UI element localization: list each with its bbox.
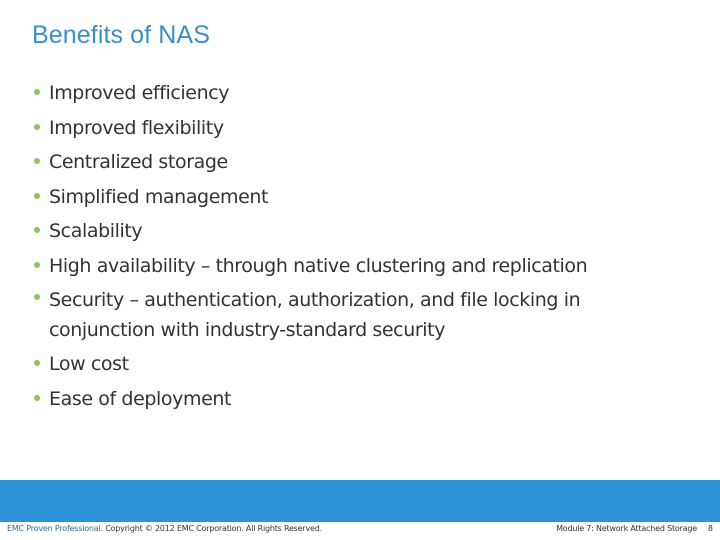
- bullet-text: Ease of deployment: [49, 387, 232, 410]
- bullet-item: Scalability: [0, 214, 639, 249]
- bullet-icon: [34, 192, 40, 199]
- bullet-icon: [34, 89, 40, 95]
- bullet-text: Improved flexibility: [49, 116, 224, 139]
- bullet-text: Simplified management: [49, 185, 269, 208]
- bullet-item: Improved efficiency: [0, 76, 639, 111]
- bullet-icon: [34, 123, 40, 130]
- page-number: 8: [707, 524, 713, 533]
- bullet-item: Centralized storage: [0, 145, 639, 180]
- bullet-item: High availability – through native clust…: [0, 249, 639, 284]
- footer-module: Module 7: Network Attached Storage: [556, 524, 697, 533]
- bullet-list: Improved efficiency Improved flexibility…: [0, 76, 720, 416]
- bullet-icon: [34, 227, 40, 233]
- bullet-icon: [34, 394, 40, 401]
- bullet-text: Improved efficiency: [49, 82, 230, 104]
- bullet-item: Low cost: [0, 347, 639, 382]
- copyright-text: Copyright © 2012 EMC Corporation. All Ri…: [102, 524, 322, 533]
- bullet-icon: [34, 294, 40, 300]
- bullet-text: Scalability: [49, 220, 143, 242]
- bullet-icon: [34, 158, 40, 164]
- bullet-text: Centralized storage: [49, 151, 228, 173]
- slide: Benefits of NAS Improved efficiency Impr…: [0, 0, 720, 540]
- footer-copyright: EMC Proven Professional. Copyright © 201…: [7, 524, 322, 533]
- bullet-item: Improved flexibility: [0, 111, 639, 146]
- bullet-item: Security – authentication, authorization…: [0, 283, 639, 347]
- bullet-text: Security – authentication, authorization…: [49, 289, 581, 341]
- bullet-text: High availability – through native clust…: [49, 254, 588, 277]
- bullet-text: Low cost: [49, 353, 129, 375]
- footer-brand: EMC Proven Professional.: [7, 524, 103, 533]
- footer-band: [0, 480, 720, 522]
- slide-title: Benefits of NAS: [32, 21, 210, 49]
- bullet-icon: [34, 261, 40, 268]
- bullet-icon: [34, 360, 40, 366]
- bullet-item: Simplified management: [0, 180, 639, 215]
- bullet-item: Ease of deployment: [0, 382, 639, 417]
